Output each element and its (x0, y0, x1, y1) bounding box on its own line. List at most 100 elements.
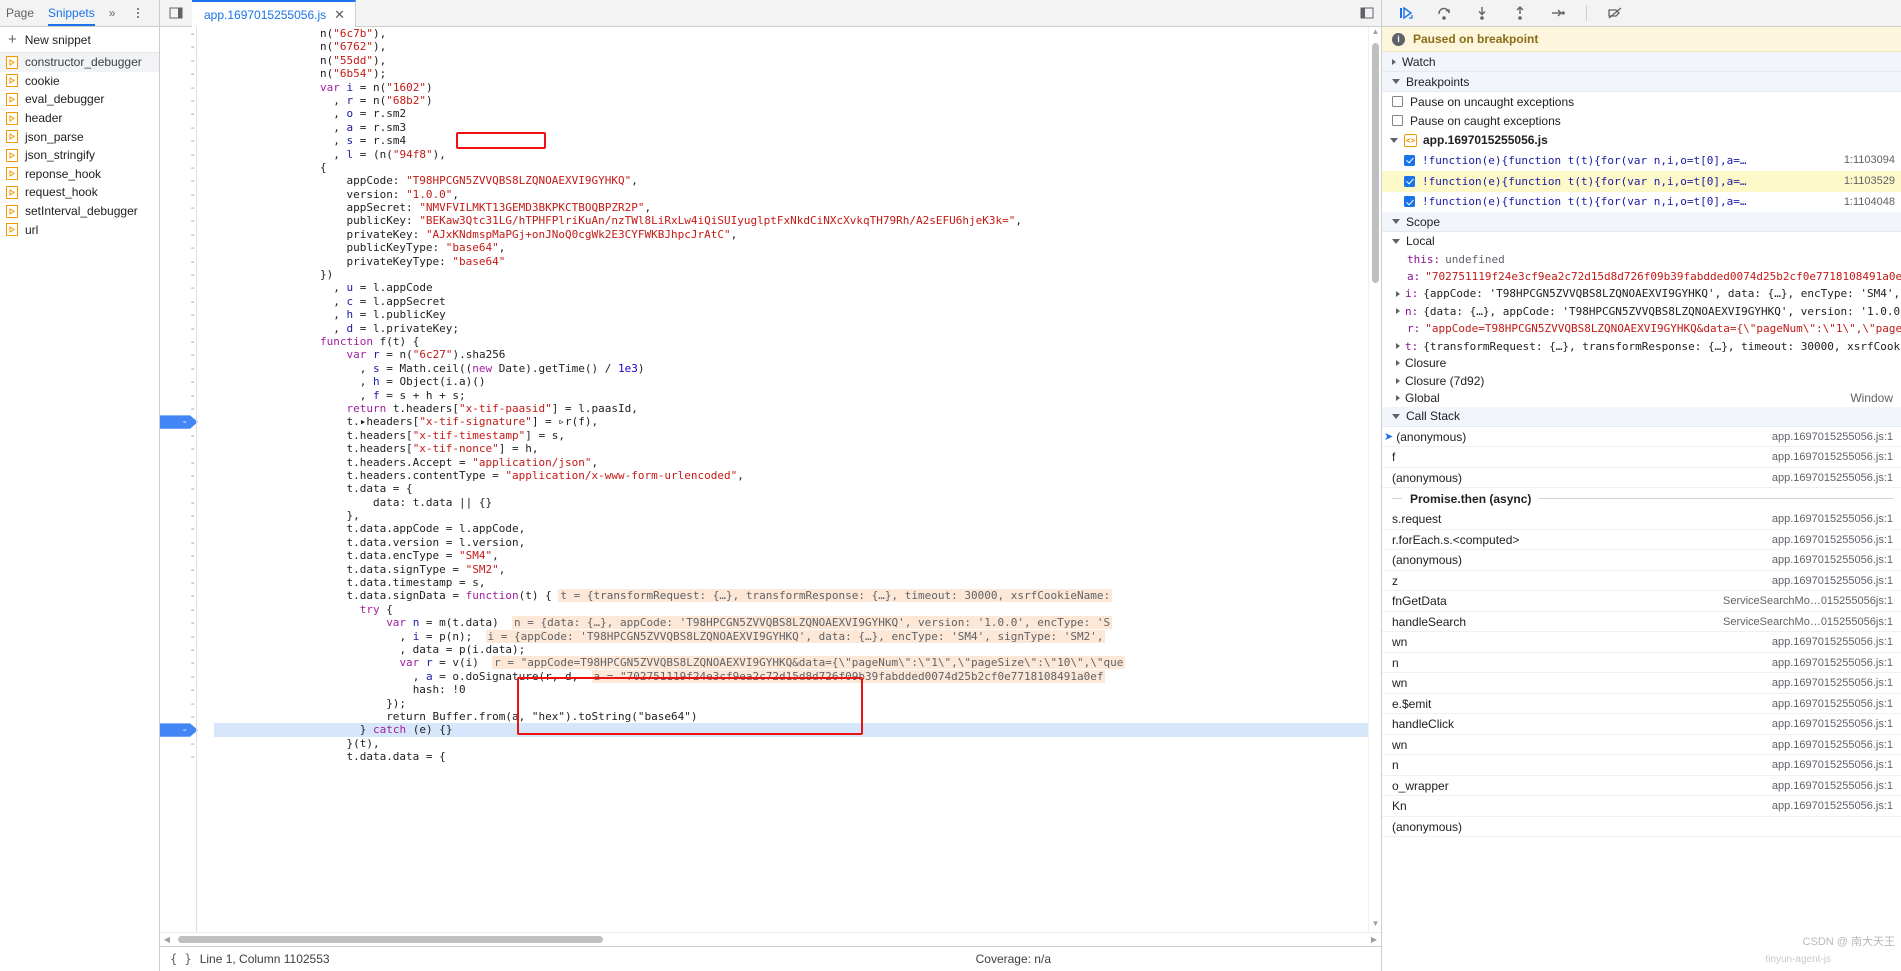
call-stack-frame[interactable]: (anonymous) app.1697015255056.js:1 (1382, 550, 1901, 571)
code-line[interactable]: , a = o.doSignature(r, d, a = "702751119… (214, 669, 1368, 683)
new-snippet-button[interactable]: + New snippet (0, 27, 159, 53)
call-stack-frame[interactable]: wn app.1697015255056.js:1 (1382, 673, 1901, 694)
call-stack-frame[interactable]: o_wrapper app.1697015255056.js:1 (1382, 776, 1901, 797)
gutter-fold-marker[interactable]: - (160, 389, 208, 402)
code-line[interactable]: version: "1.0.0", (214, 188, 1368, 201)
code-line[interactable]: t.headers["x-tif-timestamp"] = s, (214, 429, 1368, 442)
gutter-fold-marker[interactable]: - (160, 375, 208, 388)
code-line[interactable]: return Buffer.from(a, "hex").toString("b… (214, 710, 1368, 723)
code-line[interactable]: t.data = { (214, 482, 1368, 495)
code-line[interactable]: t.headers.contentType = "application/x-w… (214, 469, 1368, 482)
code-line[interactable]: n("6c7b"), (214, 27, 1368, 40)
gutter-fold-marker[interactable]: - (160, 201, 208, 214)
gutter-fold-marker[interactable]: - (160, 656, 208, 669)
breakpoint-item[interactable]: !function(e){function t(t){for(var n,i,o… (1382, 192, 1901, 213)
checkbox-caught[interactable] (1392, 115, 1403, 126)
breakpoint-item[interactable]: !function(e){function t(t){for(var n,i,o… (1382, 170, 1901, 192)
scroll-up-arrow[interactable]: ▲ (1369, 27, 1381, 40)
code-line[interactable]: , o = r.sm2 (214, 107, 1368, 120)
checkbox-uncaught[interactable] (1392, 96, 1403, 107)
gutter-fold-marker[interactable]: - (160, 295, 208, 308)
code-line[interactable]: , f = s + h + s; (214, 389, 1368, 402)
gutter-fold-marker[interactable]: - (160, 536, 208, 549)
gutter-fold-marker[interactable]: - (160, 148, 208, 161)
gutter-fold-marker[interactable]: - (160, 348, 208, 361)
code-line[interactable]: data: t.data || {} (214, 496, 1368, 509)
scope-variable-row[interactable]: this: undefined (1382, 250, 1901, 267)
gutter-fold-marker[interactable]: - (160, 335, 208, 348)
gutter-fold-marker[interactable]: - (160, 750, 208, 763)
code-line[interactable]: , r = n("68b2") (214, 94, 1368, 107)
code-line[interactable]: , s = r.sm4 (214, 134, 1368, 147)
code-line[interactable]: privateKey: "AJxKNdmspMaPGj+onJNoQ0cgWk2… (214, 228, 1368, 241)
editor-tab-app-js[interactable]: app.1697015255056.js ✕ (192, 0, 357, 27)
code-line[interactable]: , d = l.privateKey; (214, 322, 1368, 335)
scope-variable-row[interactable]: i: {appCode: 'T98HPCGN5ZVVQBS8LZQNOAEXVI9… (1382, 285, 1901, 302)
code-horizontal-scrollbar[interactable]: ◀ ▶ (160, 932, 1381, 946)
chevron-right-icon[interactable] (1396, 343, 1400, 350)
more-options-icon[interactable] (129, 8, 147, 18)
call-stack-frame[interactable]: e.$emit app.1697015255056.js:1 (1382, 694, 1901, 715)
step-over-icon[interactable] (1434, 3, 1454, 23)
snippet-item[interactable]: json_stringify (0, 146, 159, 165)
call-stack-frame[interactable]: Kn app.1697015255056.js:1 (1382, 796, 1901, 817)
code-line[interactable]: t.headers["x-tif-nonce"] = h, (214, 442, 1368, 455)
call-stack-frame[interactable]: (anonymous) (1382, 817, 1901, 838)
scope-variable-row[interactable]: a: "702751119f24e3cf9ea2c72d15d8d726f09b3… (1382, 268, 1901, 285)
code-line[interactable]: return t.headers["x-tif-paasid"] = l.paa… (214, 402, 1368, 415)
call-stack-frame[interactable]: wn app.1697015255056.js:1 (1382, 632, 1901, 653)
gutter-fold-marker[interactable]: - (160, 522, 208, 535)
code-line[interactable]: , h = Object(i.a)() (214, 375, 1368, 388)
call-stack-frame[interactable]: z app.1697015255056.js:1 (1382, 571, 1901, 592)
code-line[interactable]: t.data.timestamp = s, (214, 576, 1368, 589)
gutter-fold-marker[interactable]: - (160, 710, 208, 723)
snippet-item[interactable]: reponse_hook (0, 165, 159, 184)
code-line[interactable]: t.data.data = { (214, 750, 1368, 763)
call-stack-frame[interactable]: fnGetData ServiceSearchMo…015255056js:1 (1382, 591, 1901, 612)
gutter-fold-marker[interactable]: - (160, 161, 208, 174)
code-line[interactable]: , data = p(i.data); (214, 643, 1368, 656)
gutter-fold-marker[interactable]: - (160, 322, 208, 335)
code-vertical-scrollbar[interactable]: ▲ ▼ (1368, 27, 1381, 932)
gutter-fold-marker[interactable]: - (160, 54, 208, 67)
step-into-icon[interactable] (1472, 3, 1492, 23)
gutter-fold-marker[interactable]: - (160, 589, 208, 602)
call-stack-frame[interactable]: r.forEach.s.<computed> app.1697015255056.… (1382, 530, 1901, 551)
gutter-fold-marker[interactable]: - (160, 40, 208, 53)
code-line[interactable]: var r = v(i) r = "appCode=T98HPCGN5ZVVQB… (214, 656, 1368, 670)
gutter-fold-marker[interactable]: - (160, 107, 208, 120)
snippet-item[interactable]: header (0, 109, 159, 128)
chevron-right-icon[interactable] (1396, 377, 1400, 384)
code-line[interactable]: { (214, 161, 1368, 174)
breakpoint-marker[interactable]: - (160, 415, 200, 429)
gutter-fold-marker[interactable]: - (160, 281, 208, 294)
code-line[interactable]: }); (214, 697, 1368, 710)
scope-closure-row[interactable]: Global Window (1382, 390, 1901, 407)
code-line[interactable]: var n = m(t.data) n = {data: {…}, appCod… (214, 616, 1368, 630)
close-icon[interactable]: ✕ (334, 8, 345, 21)
code-line[interactable]: }) (214, 268, 1368, 281)
gutter-fold-marker[interactable]: - (160, 362, 208, 375)
chevron-double-right-icon[interactable]: » (109, 6, 116, 20)
scope-variable-row[interactable]: r: "appCode=T98HPCGN5ZVVQBS8LZQNOAEXVI9GY… (1382, 320, 1901, 337)
gutter-fold-marker[interactable]: - (160, 469, 208, 482)
nav-tab-snippets[interactable]: Snippets (48, 0, 95, 26)
gutter-fold-marker[interactable]: - (160, 429, 208, 442)
scope-variable-row[interactable]: t: {transformRequest: {…}, transformRespo… (1382, 337, 1901, 354)
call-stack-frame[interactable]: handleClick app.1697015255056.js:1 (1382, 714, 1901, 735)
vertical-scroll-thumb[interactable] (1372, 43, 1379, 283)
gutter-fold-marker[interactable]: - (160, 496, 208, 509)
gutter-fold-marker[interactable]: - (160, 482, 208, 495)
chevron-right-icon[interactable] (1396, 290, 1400, 297)
chevron-right-icon[interactable] (1396, 360, 1400, 367)
gutter-fold-marker[interactable]: - (160, 576, 208, 589)
snippet-item[interactable]: url (0, 220, 159, 239)
breakpoints-section-header[interactable]: Breakpoints (1382, 72, 1901, 92)
code-line[interactable]: t.data.version = l.version, (214, 536, 1368, 549)
gutter-fold-marker[interactable]: - (160, 630, 208, 643)
snippet-item[interactable]: setInterval_debugger (0, 202, 159, 221)
chevron-right-icon[interactable] (1396, 308, 1400, 315)
call-stack-frame[interactable]: (anonymous) app.1697015255056.js:1 (1382, 468, 1901, 489)
code-line[interactable]: appSecret: "NMVFVILMKT13GEMD3BKPKCTBOQBP… (214, 201, 1368, 214)
code-line[interactable]: hash: !0 (214, 683, 1368, 696)
